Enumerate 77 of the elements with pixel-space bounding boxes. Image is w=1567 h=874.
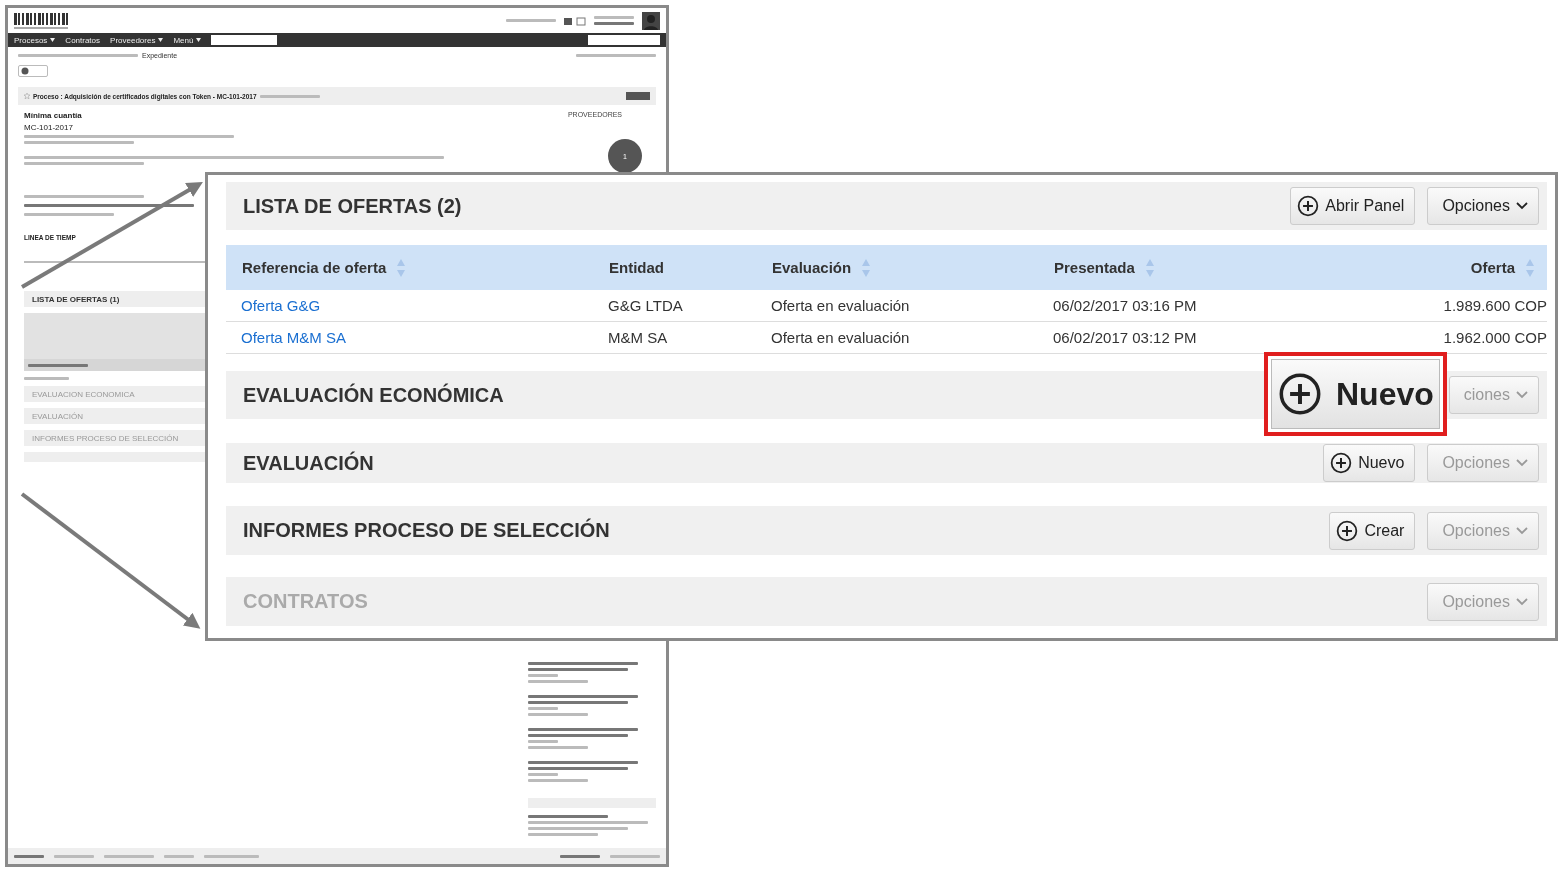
illegible-text-drawing bbox=[528, 680, 588, 683]
section-title: CONTRATOS bbox=[243, 590, 368, 613]
action-button[interactable]: Crear bbox=[1329, 511, 1416, 550]
table-cell: Oferta en evaluación bbox=[771, 297, 910, 314]
illegible-text-drawing bbox=[594, 22, 634, 25]
illegible-text-drawing bbox=[528, 674, 558, 677]
chevron-down-icon bbox=[1516, 202, 1528, 210]
table-cell: 06/02/2017 03:16 PM bbox=[1053, 297, 1197, 314]
table-cell: 1.989.600 COP bbox=[1443, 297, 1547, 314]
illegible-text-drawing bbox=[528, 833, 598, 836]
plus-icon bbox=[1330, 452, 1353, 474]
sort-icon bbox=[396, 257, 407, 278]
caret-icon bbox=[50, 38, 56, 42]
plus-icon bbox=[1336, 519, 1359, 542]
new-button-callout[interactable]: Nuevo bbox=[1264, 352, 1447, 436]
column-header[interactable]: Referencia de oferta bbox=[226, 245, 593, 290]
chevron-down-icon bbox=[1516, 526, 1528, 535]
section-title: EVALUACIÓN ECONÓMICA bbox=[243, 383, 504, 407]
caret-icon bbox=[196, 38, 202, 42]
illegible-text-drawing bbox=[610, 854, 660, 858]
table-cell: G&G LTDA bbox=[608, 297, 683, 314]
logo-icon bbox=[14, 11, 70, 30]
nav-menu-item[interactable]: Proveedores bbox=[110, 35, 164, 45]
reference-text: MC-101-2017 bbox=[24, 123, 74, 132]
table-cell: 1.962.000 COP bbox=[1443, 329, 1547, 346]
plus-icon bbox=[1278, 372, 1322, 416]
illegible-text-drawing bbox=[259, 94, 320, 98]
illegible-text-drawing bbox=[528, 773, 558, 776]
column-header[interactable]: Presentada bbox=[1038, 245, 1293, 290]
modality-text: Mínima cuantía bbox=[24, 111, 83, 120]
illegible-text-drawing bbox=[560, 854, 600, 858]
table-cell: M&M SA bbox=[608, 329, 668, 346]
section-title: INFORMES PROCESO DE SELECCIÓN bbox=[243, 519, 610, 542]
chevron-down-icon bbox=[1516, 597, 1528, 606]
search-field[interactable] bbox=[588, 35, 660, 45]
column-header[interactable]: Oferta bbox=[1292, 245, 1547, 290]
avatar-icon bbox=[642, 11, 660, 30]
nav-menu-item[interactable]: Procesos bbox=[14, 35, 56, 45]
action-button[interactable]: Nuevo bbox=[1323, 444, 1416, 482]
section-title: LISTA DE OFERTAS (2) bbox=[243, 194, 462, 218]
action-button[interactable]: Abrir Panel bbox=[1290, 187, 1416, 225]
illegible-text-drawing bbox=[528, 746, 588, 749]
illegible-text-drawing bbox=[24, 377, 69, 380]
section-title: EVALUACIÓN bbox=[243, 451, 374, 475]
illegible-text-drawing bbox=[28, 363, 88, 367]
chevron-down-icon bbox=[1516, 459, 1528, 467]
illegible-text-drawing bbox=[104, 854, 154, 858]
illegible-text-drawing bbox=[204, 854, 259, 858]
options-button[interactable]: Opciones bbox=[1427, 187, 1539, 225]
select-field[interactable] bbox=[211, 35, 278, 45]
illegible-text-drawing bbox=[528, 707, 558, 710]
offer-link[interactable]: Oferta M&M SA bbox=[241, 329, 347, 346]
table-cell: 06/02/2017 03:12 PM bbox=[1053, 329, 1197, 346]
nav-menu-item[interactable]: Contratos bbox=[65, 35, 101, 45]
column-header[interactable]: Evaluación bbox=[756, 245, 1038, 290]
illegible-text-drawing bbox=[594, 16, 634, 19]
sort-icon bbox=[861, 257, 872, 278]
table-cell: Oferta en evaluación bbox=[771, 329, 910, 346]
illegible-text-drawing bbox=[14, 854, 44, 858]
chevron-down-icon bbox=[1516, 391, 1528, 399]
illegible-text-drawing bbox=[528, 740, 558, 743]
tools-icon bbox=[564, 15, 586, 26]
column-header[interactable]: Entidad bbox=[593, 245, 756, 290]
star-icon bbox=[24, 93, 30, 99]
sort-icon bbox=[1525, 257, 1535, 278]
illegible-text-drawing bbox=[54, 854, 94, 858]
illegible-text-drawing bbox=[506, 19, 556, 22]
back-button[interactable] bbox=[18, 65, 48, 77]
offer-link[interactable]: Oferta G&G bbox=[241, 297, 321, 314]
nav-menu-item[interactable]: Menú bbox=[173, 35, 202, 45]
sort-icon bbox=[1144, 257, 1155, 278]
caret-icon bbox=[158, 38, 164, 42]
illegible-text-drawing bbox=[528, 779, 588, 782]
plus-icon bbox=[1297, 195, 1320, 217]
illegible-text-drawing bbox=[528, 713, 588, 716]
illegible-text-drawing bbox=[164, 854, 194, 858]
status-badge bbox=[626, 92, 650, 100]
